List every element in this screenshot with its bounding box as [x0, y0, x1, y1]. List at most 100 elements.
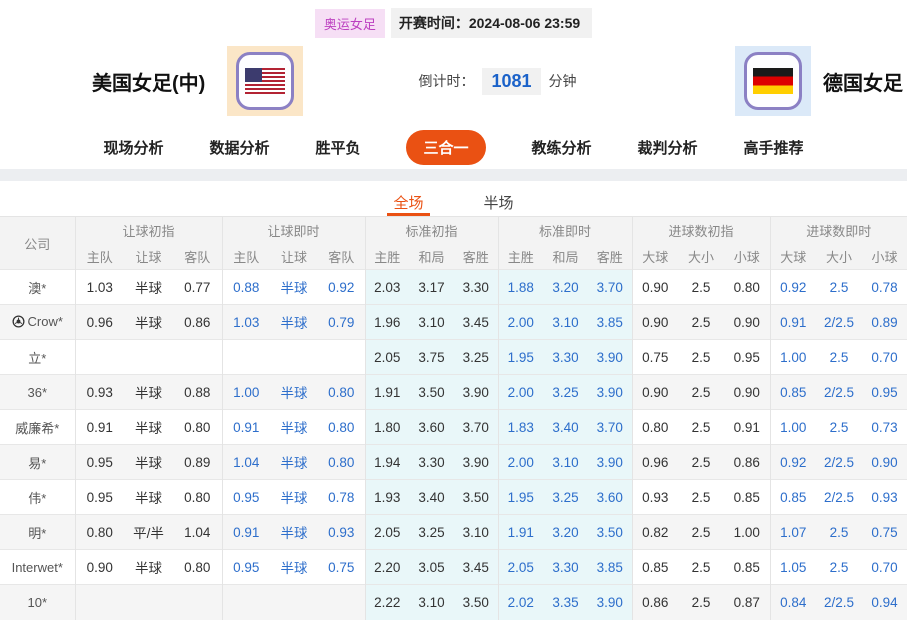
odds-cell-goals_live[interactable]: 2.5	[816, 515, 862, 550]
odds-cell-handicap_live[interactable]: 0.95	[222, 550, 270, 585]
odds-cell-handicap_live[interactable]: 0.95	[222, 480, 270, 515]
nav-tab-5[interactable]: 教练分析	[532, 137, 592, 158]
company-name[interactable]: 36*	[0, 375, 75, 410]
odds-cell-handicap_live[interactable]: 0.80	[318, 375, 365, 410]
odds-cell-std_live[interactable]: 3.85	[588, 550, 632, 585]
odds-cell-goals_live[interactable]: 0.70	[862, 340, 907, 375]
odds-cell-std_live[interactable]: 3.50	[588, 515, 632, 550]
odds-cell-goals_live[interactable]: 0.92	[770, 270, 816, 305]
odds-cell-std_live[interactable]: 1.91	[498, 515, 543, 550]
odds-cell-std_live[interactable]: 2.05	[498, 550, 543, 585]
odds-cell-handicap_live[interactable]: 半球	[270, 515, 318, 550]
odds-cell-goals_live[interactable]: 1.07	[770, 515, 816, 550]
odds-cell-std_live[interactable]: 2.02	[498, 585, 543, 620]
odds-cell-goals_live[interactable]: 0.90	[862, 445, 907, 480]
odds-cell-goals_live[interactable]: 0.75	[862, 515, 907, 550]
odds-cell-goals_live[interactable]: 2/2.5	[816, 305, 862, 340]
odds-cell-goals_live[interactable]: 0.93	[862, 480, 907, 515]
odds-cell-std_live[interactable]: 3.70	[588, 270, 632, 305]
company-name[interactable]: 明*	[0, 515, 75, 550]
odds-cell-handicap_live[interactable]: 半球	[270, 375, 318, 410]
odds-cell-std_live[interactable]: 3.85	[588, 305, 632, 340]
sub-tab-1[interactable]: 全场	[387, 192, 429, 216]
odds-cell-handicap_live[interactable]: 半球	[270, 305, 318, 340]
nav-tab-4[interactable]: 三合一	[406, 130, 485, 165]
nav-tab-7[interactable]: 高手推荐	[744, 137, 804, 158]
odds-cell-std_live[interactable]: 3.90	[588, 585, 632, 620]
odds-cell-handicap_live[interactable]: 半球	[270, 480, 318, 515]
odds-cell-std_live[interactable]: 3.10	[543, 305, 588, 340]
odds-cell-handicap_live[interactable]: 0.91	[222, 410, 270, 445]
company-name[interactable]: 威廉希*	[0, 410, 75, 445]
odds-cell-goals_live[interactable]: 2.5	[816, 550, 862, 585]
odds-cell-goals_live[interactable]: 2.5	[816, 410, 862, 445]
odds-cell-goals_live[interactable]: 0.94	[862, 585, 907, 620]
odds-cell-std_live[interactable]: 1.88	[498, 270, 543, 305]
odds-cell-std_live[interactable]: 3.90	[588, 375, 632, 410]
odds-cell-goals_live[interactable]: 1.00	[770, 340, 816, 375]
nav-tab-3[interactable]: 胜平负	[315, 137, 360, 158]
odds-cell-handicap_live[interactable]: 0.91	[222, 515, 270, 550]
odds-cell-handicap_live[interactable]: 0.80	[318, 445, 365, 480]
odds-cell-goals_live[interactable]: 2/2.5	[816, 480, 862, 515]
odds-cell-goals_live[interactable]: 0.89	[862, 305, 907, 340]
nav-tab-1[interactable]: 现场分析	[103, 137, 163, 158]
odds-cell-handicap_live[interactable]: 0.78	[318, 480, 365, 515]
odds-cell-std_live[interactable]: 2.00	[498, 375, 543, 410]
odds-cell-goals_live[interactable]: 1.00	[770, 410, 816, 445]
company-name[interactable]: 立*	[0, 340, 75, 375]
odds-cell-std_live[interactable]: 1.95	[498, 480, 543, 515]
odds-cell-goals_live[interactable]: 0.95	[862, 375, 907, 410]
odds-cell-std_live[interactable]: 2.00	[498, 445, 543, 480]
odds-cell-goals_live[interactable]: 2.5	[816, 340, 862, 375]
odds-cell-handicap_live[interactable]: 0.92	[318, 270, 365, 305]
odds-cell-std_live[interactable]: 1.95	[498, 340, 543, 375]
company-name[interactable]: Interwet*	[0, 550, 75, 585]
company-name[interactable]: Crow*	[0, 305, 75, 340]
odds-cell-goals_live[interactable]: 2/2.5	[816, 375, 862, 410]
odds-cell-handicap_live[interactable]: 0.88	[222, 270, 270, 305]
odds-cell-goals_live[interactable]: 2/2.5	[816, 585, 862, 620]
odds-cell-std_live[interactable]: 3.60	[588, 480, 632, 515]
odds-cell-goals_live[interactable]: 0.78	[862, 270, 907, 305]
company-name[interactable]: 澳*	[0, 270, 75, 305]
odds-cell-std_live[interactable]: 3.25	[543, 375, 588, 410]
odds-cell-handicap_live[interactable]: 1.00	[222, 375, 270, 410]
odds-cell-std_live[interactable]: 3.40	[543, 410, 588, 445]
nav-tab-2[interactable]: 数据分析	[209, 137, 269, 158]
odds-cell-goals_live[interactable]: 0.85	[770, 375, 816, 410]
sub-tab-2[interactable]: 半场	[478, 192, 520, 216]
company-name[interactable]: 易*	[0, 445, 75, 480]
odds-cell-goals_live[interactable]: 0.73	[862, 410, 907, 445]
odds-cell-std_live[interactable]: 1.83	[498, 410, 543, 445]
company-name[interactable]: 伟*	[0, 480, 75, 515]
odds-cell-handicap_live[interactable]: 半球	[270, 410, 318, 445]
odds-cell-goals_live[interactable]: 0.91	[770, 305, 816, 340]
odds-cell-handicap_live[interactable]: 半球	[270, 445, 318, 480]
odds-cell-goals_live[interactable]: 0.84	[770, 585, 816, 620]
odds-cell-std_live[interactable]: 3.30	[543, 550, 588, 585]
odds-cell-handicap_live[interactable]: 1.04	[222, 445, 270, 480]
odds-cell-handicap_live[interactable]: 0.79	[318, 305, 365, 340]
odds-cell-goals_live[interactable]: 0.70	[862, 550, 907, 585]
league-badge[interactable]: 奥运女足	[315, 9, 385, 38]
nav-tab-6[interactable]: 裁判分析	[638, 137, 698, 158]
odds-cell-goals_live[interactable]: 2.5	[816, 270, 862, 305]
odds-cell-goals_live[interactable]: 1.05	[770, 550, 816, 585]
odds-cell-std_live[interactable]: 3.30	[543, 340, 588, 375]
odds-cell-handicap_live[interactable]: 0.80	[318, 410, 365, 445]
odds-cell-handicap_live[interactable]: 半球	[270, 550, 318, 585]
company-name[interactable]: 10*	[0, 585, 75, 620]
odds-cell-std_live[interactable]: 3.70	[588, 410, 632, 445]
odds-cell-std_live[interactable]: 3.20	[543, 270, 588, 305]
odds-cell-handicap_live[interactable]: 半球	[270, 270, 318, 305]
odds-cell-handicap_live[interactable]: 0.93	[318, 515, 365, 550]
odds-cell-std_live[interactable]: 3.25	[543, 480, 588, 515]
odds-cell-std_live[interactable]: 3.35	[543, 585, 588, 620]
odds-cell-goals_live[interactable]: 0.92	[770, 445, 816, 480]
odds-cell-std_live[interactable]: 3.20	[543, 515, 588, 550]
odds-cell-goals_live[interactable]: 0.85	[770, 480, 816, 515]
odds-cell-std_live[interactable]: 3.90	[588, 445, 632, 480]
odds-cell-handicap_live[interactable]: 1.03	[222, 305, 270, 340]
odds-cell-handicap_live[interactable]: 0.75	[318, 550, 365, 585]
